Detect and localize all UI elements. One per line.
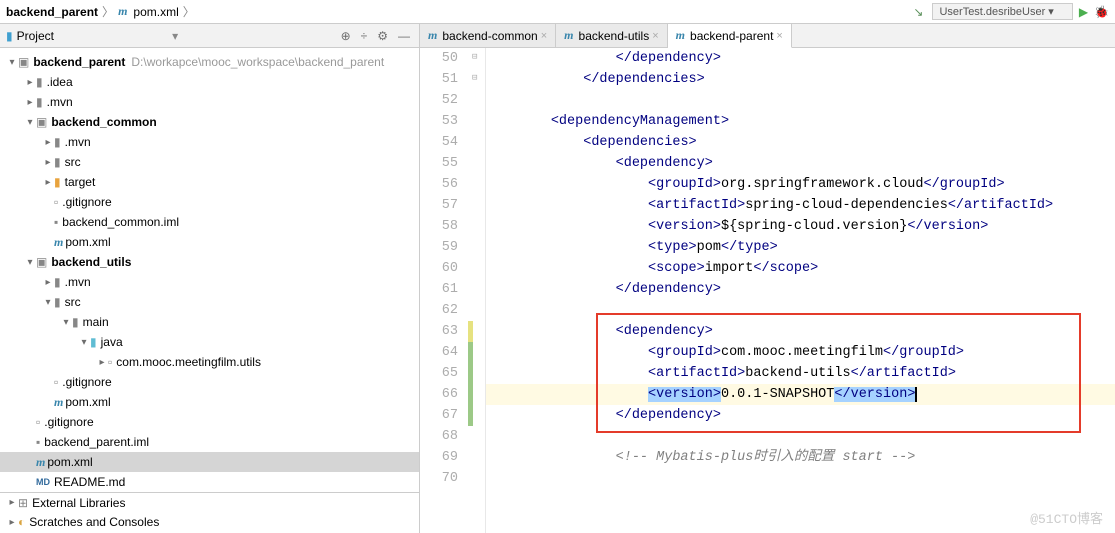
close-icon[interactable]: × xyxy=(541,30,547,42)
tree-common-target[interactable]: ▸▮target xyxy=(0,172,419,192)
gutter-markers: ⊟ ⊟ xyxy=(468,48,486,533)
editor-tabs: mbackend-common× mbackend-utils× mbacken… xyxy=(420,24,1115,48)
tree-ext[interactable]: ▸⊞External Libraries xyxy=(0,492,419,512)
breadcrumb-file[interactable]: pom.xml xyxy=(133,5,178,19)
editor: mbackend-common× mbackend-utils× mbacken… xyxy=(420,24,1115,533)
project-header: ▮ Project ▾ ⊕ ÷ ⚙ — xyxy=(0,24,419,48)
tree-mvn[interactable]: ▸▮.mvn xyxy=(0,92,419,112)
breadcrumb[interactable]: backend_parent 〉 m pom.xml 〉 xyxy=(6,3,910,20)
tree-idea[interactable]: ▸▮.idea xyxy=(0,72,419,92)
chevron-right-icon: 〉 xyxy=(102,3,114,20)
select-file-icon[interactable]: ⊕ xyxy=(338,29,354,43)
close-icon[interactable]: × xyxy=(652,30,658,42)
run-controls: ↘ UserTest.desribeUser ▾ ▶ 🐞 xyxy=(910,3,1109,20)
tree-utils-src[interactable]: ▾▮src xyxy=(0,292,419,312)
tree-utils-java[interactable]: ▾▮java xyxy=(0,332,419,352)
gear-icon[interactable]: ⚙ xyxy=(374,29,391,43)
tree-utils-git[interactable]: ▫.gitignore xyxy=(0,372,419,392)
tree-utils[interactable]: ▾▣backend_utils xyxy=(0,252,419,272)
tab-common[interactable]: mbackend-common× xyxy=(420,24,556,47)
close-icon[interactable]: × xyxy=(776,30,782,42)
tree-common-mvn[interactable]: ▸▮.mvn xyxy=(0,132,419,152)
code-body[interactable]: </dependency> </dependencies> <dependenc… xyxy=(486,48,1115,533)
project-sidebar: ▮ Project ▾ ⊕ ÷ ⚙ — ▾▣backend_parentD:\w… xyxy=(0,24,420,533)
tab-utils[interactable]: mbackend-utils× xyxy=(556,24,668,47)
tree-utils-pkg[interactable]: ▸▫com.mooc.meetingfilm.utils xyxy=(0,352,419,372)
hide-icon[interactable]: — xyxy=(395,29,413,43)
breadcrumb-root[interactable]: backend_parent xyxy=(6,5,98,19)
tree-utils-mvn[interactable]: ▸▮.mvn xyxy=(0,272,419,292)
main: ▮ Project ▾ ⊕ ÷ ⚙ — ▾▣backend_parentD:\w… xyxy=(0,24,1115,533)
line-numbers: 5051525354555657585960616263646566676869… xyxy=(420,48,468,533)
code-area[interactable]: 5051525354555657585960616263646566676869… xyxy=(420,48,1115,533)
tree-readme[interactable]: MDREADME.md xyxy=(0,472,419,492)
tree-utils-pom[interactable]: mpom.xml xyxy=(0,392,419,412)
debug-icon[interactable]: 🐞 xyxy=(1094,5,1109,19)
maven-icon: m xyxy=(118,4,127,19)
tree-common-pom[interactable]: mpom.xml xyxy=(0,232,419,252)
tree-utils-main[interactable]: ▾▮main xyxy=(0,312,419,332)
project-title[interactable]: Project xyxy=(17,29,168,43)
top-bar: backend_parent 〉 m pom.xml 〉 ↘ UserTest.… xyxy=(0,0,1115,24)
fold-icon[interactable]: ⊟ xyxy=(472,52,477,62)
chevron-down-icon[interactable]: ▾ xyxy=(172,29,178,43)
tree-pom[interactable]: mpom.xml xyxy=(0,452,419,472)
build-icon[interactable]: ↘ xyxy=(910,5,926,19)
project-tree[interactable]: ▾▣backend_parentD:\workapce\mooc_workspa… xyxy=(0,48,419,533)
tree-scratch[interactable]: ▸◐Scratches and Consoles xyxy=(0,512,419,532)
tree-common[interactable]: ▾▣backend_common xyxy=(0,112,419,132)
expand-icon[interactable]: ÷ xyxy=(358,29,371,43)
tab-parent[interactable]: mbackend-parent× xyxy=(668,24,792,48)
tree-common-src[interactable]: ▸▮src xyxy=(0,152,419,172)
run-icon[interactable]: ▶ xyxy=(1079,5,1088,19)
chevron-right-icon: 〉 xyxy=(183,3,195,20)
tree-common-git[interactable]: ▫.gitignore xyxy=(0,192,419,212)
tree-git[interactable]: ▫.gitignore xyxy=(0,412,419,432)
tree-common-iml[interactable]: ▪backend_common.iml xyxy=(0,212,419,232)
project-icon: ▮ xyxy=(6,29,13,43)
watermark: @51CTO博客 xyxy=(1030,508,1103,527)
tree-iml[interactable]: ▪backend_parent.iml xyxy=(0,432,419,452)
tree-root[interactable]: ▾▣backend_parentD:\workapce\mooc_workspa… xyxy=(0,52,419,72)
run-config-select[interactable]: UserTest.desribeUser ▾ xyxy=(932,3,1072,20)
fold-icon[interactable]: ⊟ xyxy=(472,73,477,83)
